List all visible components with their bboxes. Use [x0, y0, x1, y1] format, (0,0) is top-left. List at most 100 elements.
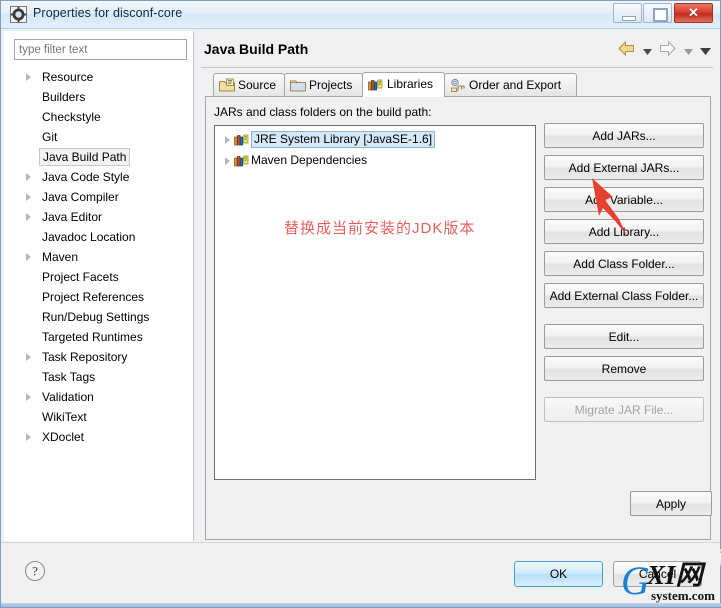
sidebar-item-label: Validation — [42, 390, 94, 404]
library-books-icon — [234, 133, 249, 147]
add-library-button[interactable]: Add Library... — [544, 219, 704, 244]
sidebar-item-task-repository[interactable]: Task Repository — [4, 347, 194, 367]
close-icon: ✕ — [688, 5, 699, 20]
sidebar-item-git[interactable]: Git — [4, 127, 194, 147]
window-title: Properties for disconf-core — [33, 6, 183, 20]
sidebar-item-project-facets[interactable]: Project Facets — [4, 267, 194, 287]
forward-menu-chevron-down-icon[interactable] — [683, 42, 693, 60]
add-jars-button[interactable]: Add JARs... — [544, 123, 704, 148]
sidebar-item-java-code-style[interactable]: Java Code Style — [4, 167, 194, 187]
sidebar-item-label: Project Facets — [42, 270, 119, 284]
properties-dialog: Properties for disconf-core ✕ Resource Bu… — [0, 0, 721, 608]
sidebar-item-resource[interactable]: Resource — [4, 67, 194, 87]
sidebar-item-validation[interactable]: Validation — [4, 387, 194, 407]
back-menu-chevron-down-icon[interactable] — [642, 42, 652, 60]
minimize-button[interactable] — [613, 3, 642, 23]
expand-triangle-icon[interactable] — [26, 213, 31, 221]
sidebar-item-label: Run/Debug Settings — [42, 310, 150, 324]
libraries-description: JARs and class folders on the build path… — [214, 105, 432, 119]
sidebar-item-label: Builders — [42, 90, 86, 104]
close-button[interactable]: ✕ — [674, 3, 713, 23]
page-title: Java Build Path — [204, 41, 309, 57]
order-export-icon — [450, 78, 466, 93]
library-books-icon — [368, 77, 384, 92]
sidebar-item-label: Project References — [42, 290, 145, 304]
sidebar-item-java-build-path[interactable]: Java Build Path — [4, 147, 194, 167]
sidebar-item-label: Task Tags — [42, 370, 96, 384]
help-question-icon[interactable]: ? — [24, 560, 46, 582]
sidebar-item-task-tags[interactable]: Task Tags — [4, 367, 194, 387]
svg-text:?: ? — [32, 564, 38, 579]
library-books-icon — [234, 154, 249, 168]
site-watermark: G XI网 system.com — [621, 559, 721, 607]
library-action-buttons: Add JARs... Add External JARs... Add Varia… — [544, 123, 704, 429]
sidebar-item-javadoc-location[interactable]: Javadoc Location — [4, 227, 194, 247]
sidebar-item-label: Checkstyle — [42, 110, 101, 124]
projects-folder-icon — [290, 78, 306, 93]
tab-order-and-export[interactable]: Order and Export — [444, 73, 577, 97]
add-external-jars-button[interactable]: Add External JARs... — [544, 155, 704, 180]
remove-button[interactable]: Remove — [544, 356, 704, 381]
maximize-restore-button[interactable] — [643, 3, 672, 23]
watermark-secondary: XI网 — [647, 560, 703, 590]
sidebar-item-label: Targeted Runtimes — [42, 330, 143, 344]
filter-input[interactable] — [14, 39, 187, 60]
add-class-folder-button[interactable]: Add Class Folder... — [544, 251, 704, 276]
sidebar-item-label: Javadoc Location — [42, 230, 136, 244]
library-entry[interactable]: JRE System Library [JavaSE-1.6] — [215, 130, 535, 149]
watermark-tertiary: system.com — [651, 588, 715, 603]
sidebar-item-label: Java Compiler — [42, 190, 119, 204]
expand-triangle-icon[interactable] — [225, 157, 230, 165]
tab-strip: Source Projects Libraries Order and Export — [213, 72, 711, 97]
settings-category-panel: Resource Builders Checkstyle Git Java Build … — [4, 31, 194, 541]
library-entry-label: JRE System Library [JavaSE-1.6] — [251, 131, 436, 148]
sidebar-item-label: Maven — [42, 250, 79, 264]
forward-arrow-icon[interactable] — [659, 40, 676, 61]
tab-libraries[interactable]: Libraries — [362, 72, 445, 97]
sidebar-item-label: Java Code Style — [42, 170, 130, 184]
dialog-footer: ? OK Cancel — [1, 542, 720, 607]
sidebar-item-label: Java Build Path — [39, 148, 131, 166]
expand-triangle-icon[interactable] — [26, 173, 31, 181]
sidebar-item-label: Java Editor — [42, 210, 103, 224]
build-path-list[interactable]: JRE System Library [JavaSE-1.6] Maven Dep… — [214, 125, 536, 480]
expand-triangle-icon[interactable] — [225, 136, 230, 144]
watermark-primary: G — [621, 558, 650, 603]
expand-triangle-icon[interactable] — [26, 253, 31, 261]
source-folder-icon — [219, 78, 235, 93]
page-nav-toolbar — [615, 40, 711, 61]
view-menu-chevron-down-icon[interactable] — [700, 42, 711, 60]
sidebar-item-maven[interactable]: Maven — [4, 247, 194, 267]
sidebar-item-targeted-runtimes[interactable]: Targeted Runtimes — [4, 327, 194, 347]
expand-triangle-icon[interactable] — [26, 393, 31, 401]
sidebar-item-label: Git — [42, 130, 58, 144]
sidebar-item-builders[interactable]: Builders — [4, 87, 194, 107]
apply-button[interactable]: Apply — [630, 491, 712, 516]
tab-label: Order and Export — [469, 78, 562, 92]
add-variable-button[interactable]: Add Variable... — [544, 187, 704, 212]
sidebar-item-run-debug-settings[interactable]: Run/Debug Settings — [4, 307, 194, 327]
expand-triangle-icon[interactable] — [26, 73, 31, 81]
sidebar-item-wikitext[interactable]: WikiText — [4, 407, 194, 427]
sidebar-item-java-compiler[interactable]: Java Compiler — [4, 187, 194, 207]
tab-source[interactable]: Source — [213, 73, 285, 97]
back-arrow-icon[interactable] — [618, 40, 635, 61]
edit-button[interactable]: Edit... — [544, 324, 704, 349]
expand-triangle-icon[interactable] — [26, 353, 31, 361]
add-external-class-folder-button[interactable]: Add External Class Folder... — [544, 283, 704, 308]
tab-projects[interactable]: Projects — [284, 73, 363, 97]
library-entry-label: Maven Dependencies — [251, 153, 368, 167]
sidebar-item-label: Resource — [42, 70, 94, 84]
window-bottom-accent — [1, 603, 721, 607]
expand-triangle-icon[interactable] — [26, 433, 31, 441]
sidebar-item-xdoclet[interactable]: XDoclet — [4, 427, 194, 447]
library-entry[interactable]: Maven Dependencies — [215, 151, 535, 170]
expand-triangle-icon[interactable] — [26, 193, 31, 201]
sidebar-item-label: WikiText — [42, 410, 87, 424]
libraries-tab-panel: JARs and class folders on the build path… — [205, 96, 712, 540]
sidebar-item-project-references[interactable]: Project References — [4, 287, 194, 307]
migrate-jar-file-button: Migrate JAR File... — [544, 397, 704, 422]
ok-button[interactable]: OK — [514, 561, 603, 587]
sidebar-item-checkstyle[interactable]: Checkstyle — [4, 107, 194, 127]
sidebar-item-java-editor[interactable]: Java Editor — [4, 207, 194, 227]
